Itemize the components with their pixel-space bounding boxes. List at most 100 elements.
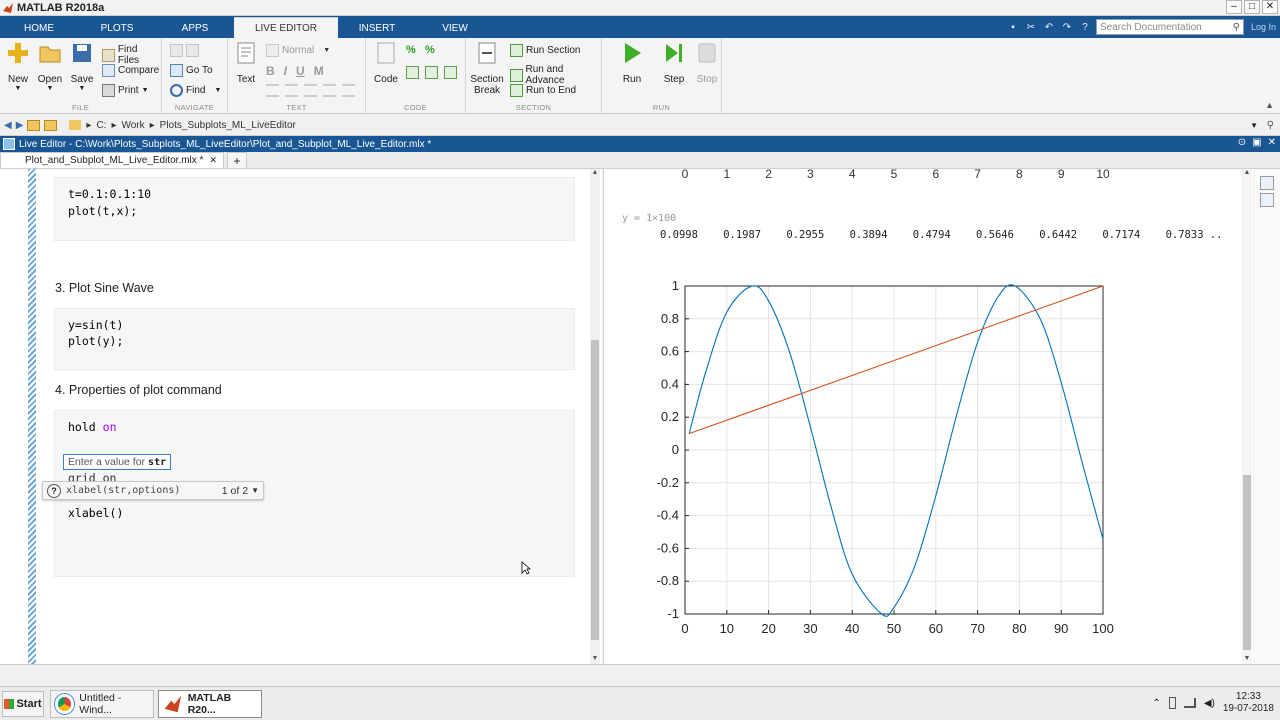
code-block-2[interactable]: y=sin(t) plot(y); — [54, 308, 575, 370]
redo-quick-icon[interactable]: ↷ — [1060, 20, 1074, 34]
new-tab-button[interactable]: + — [227, 152, 247, 168]
battery-icon[interactable] — [1168, 697, 1176, 709]
bullet-list-icon[interactable] — [285, 84, 298, 97]
x-tick-label: 70 — [970, 621, 984, 636]
cut-quick-icon[interactable]: ✂ — [1024, 20, 1038, 34]
go-to-button[interactable]: Go To — [170, 64, 213, 77]
collapse-ribbon-icon[interactable]: ▲ — [1265, 100, 1274, 110]
save-quick-icon[interactable]: ▪ — [1006, 20, 1020, 34]
help-icon[interactable]: ? — [47, 483, 61, 498]
start-button[interactable]: Start — [2, 691, 44, 717]
code-icon — [377, 42, 395, 64]
text-button[interactable]: Text — [232, 41, 260, 85]
help-quick-icon[interactable]: ? — [1078, 20, 1092, 34]
output-scroll-thumb[interactable] — [1243, 475, 1251, 650]
doc-tab-active[interactable]: Plot_and_Subplot_ML_Live_Editor.mlx * ✕ — [0, 152, 224, 168]
section-break-button[interactable]: Section Break — [470, 41, 504, 96]
panel-close-icon[interactable]: ✕ — [1268, 137, 1276, 148]
crumb-folder[interactable]: Plots_Subplots_ML_LiveEditor — [160, 120, 296, 131]
crumb-drive[interactable]: C: — [96, 120, 106, 131]
volume-icon[interactable]: ◀) — [1204, 698, 1215, 709]
tab-plots[interactable]: PLOTS — [78, 18, 156, 38]
numbered-list-icon[interactable] — [266, 84, 279, 97]
up-folder-icon[interactable] — [27, 119, 41, 131]
open-button[interactable]: Open ▼ — [36, 41, 64, 92]
run-to-end-button[interactable]: Run to End — [510, 84, 576, 97]
tab-apps[interactable]: APPS — [156, 18, 234, 38]
step-button[interactable]: Step — [660, 41, 688, 85]
search-input[interactable]: Search Documentation ⚲ — [1095, 19, 1244, 35]
indent-icon[interactable] — [406, 66, 419, 79]
editor-scroll-thumb[interactable] — [591, 340, 599, 640]
output-scrollbar[interactable]: ▲ ▼ — [1242, 169, 1252, 664]
output-right-icon[interactable] — [1260, 193, 1274, 207]
scroll-up-icon[interactable]: ▲ — [590, 169, 600, 176]
login-link[interactable]: Log In — [1251, 22, 1276, 32]
y-tick-label: -0.2 — [657, 475, 679, 490]
doc-tab-close-icon[interactable]: ✕ — [209, 155, 217, 166]
output-scroll-up-icon[interactable]: ▲ — [1242, 169, 1252, 176]
align-left-icon[interactable] — [304, 84, 317, 97]
smart-indent-icon[interactable] — [425, 66, 438, 79]
tray-expand-icon[interactable]: ⌃ — [1152, 698, 1160, 709]
panel-undock-icon[interactable]: ▣ — [1252, 137, 1261, 148]
sine-plot-figure[interactable]: 0 10 20 30 40 50 60 70 80 90 100 1 0.8 0.6 0.4 0.2 0 -0.2… — [644, 271, 1204, 651]
function-signature-popup[interactable]: ? xlabel(str,options) 1 of 2 ▼ — [42, 481, 264, 500]
compare-button[interactable]: Compare — [102, 64, 159, 77]
bold-icon[interactable]: B — [266, 64, 275, 78]
taskbar-matlab-window[interactable]: MATLAB R20... — [158, 690, 262, 718]
align-center-icon[interactable] — [323, 84, 336, 97]
back-arrow-icon[interactable]: ◀ — [4, 120, 12, 131]
mouse-cursor-icon — [521, 561, 531, 575]
signature-count[interactable]: 1 of 2 ▼ — [222, 485, 259, 497]
new-button[interactable]: New ▼ — [4, 41, 32, 92]
editor-scrollbar[interactable]: ▲ ▼ — [590, 169, 600, 664]
run-and-advance-button[interactable]: Run and Advance — [510, 64, 601, 86]
italic-icon[interactable]: I — [284, 64, 287, 78]
close-button[interactable]: ✕ — [1262, 0, 1278, 14]
maximize-button[interactable]: □ — [1244, 0, 1260, 14]
clock[interactable]: 12:33 19-07-2018 — [1223, 691, 1274, 715]
live-editor-code-pane[interactable]: t=0.1:0.1:10 plot(t,x); 3. Plot Sine Wav… — [0, 169, 602, 664]
scroll-down-icon[interactable]: ▼ — [590, 655, 600, 662]
run-button[interactable]: Run — [618, 41, 646, 85]
tab-insert[interactable]: INSERT — [338, 18, 416, 38]
outdent-icon[interactable] — [444, 66, 457, 79]
output-inline-icon[interactable] — [1260, 176, 1274, 190]
y-tick-label: -0.4 — [657, 508, 679, 523]
x-tick-label: 30 — [803, 621, 817, 636]
style-dropdown[interactable]: Normal ▼ — [266, 44, 330, 57]
uncomment-icon[interactable]: % — [425, 44, 438, 57]
code-block-1[interactable]: t=0.1:0.1:10 plot(t,x); — [54, 177, 575, 241]
address-dropdown-icon[interactable]: ▼ — [1250, 121, 1258, 130]
network-icon[interactable] — [1183, 698, 1196, 708]
forward-arrow-icon[interactable]: ▶ — [16, 120, 24, 131]
tab-home[interactable]: HOME — [0, 18, 78, 38]
tab-live-editor[interactable]: LIVE EDITOR — [234, 17, 338, 38]
tab-view[interactable]: VIEW — [416, 18, 494, 38]
panel-menu-icon[interactable]: ⊙ — [1238, 137, 1246, 148]
browse-folder-icon[interactable] — [44, 119, 58, 131]
underline-icon[interactable]: U — [296, 64, 305, 78]
section-heading-4[interactable]: 4. Properties of plot command — [55, 383, 222, 397]
find-button[interactable]: Find ▼ — [170, 84, 221, 97]
find-files-button[interactable]: Find Files — [102, 44, 161, 66]
run-section-button[interactable]: Run Section — [510, 44, 580, 57]
code-button[interactable]: Code — [370, 41, 402, 85]
minimize-button[interactable]: – — [1226, 0, 1242, 14]
taskbar-chrome-window[interactable]: Untitled - Wind... — [50, 690, 154, 718]
taskbar-item1-label: Untitled - Wind... — [79, 692, 122, 716]
print-button[interactable]: Print ▼ — [102, 84, 149, 97]
address-search-icon[interactable]: ⚲ — [1267, 120, 1274, 131]
output-scroll-down-icon[interactable]: ▼ — [1242, 655, 1252, 662]
output-pane[interactable]: 0 1 2 3 4 5 6 7 8 9 10 y = 1×100 0.0998 0.1987 0.295… — [603, 169, 1253, 664]
undo-quick-icon[interactable]: ↶ — [1042, 20, 1056, 34]
comment-icon[interactable]: % — [406, 44, 419, 57]
align-right-icon[interactable] — [342, 84, 355, 97]
save-button[interactable]: Save ▼ — [68, 41, 96, 92]
monospace-icon[interactable]: M — [314, 64, 324, 78]
crumb-work[interactable]: Work — [121, 120, 144, 131]
windows-logo-icon — [4, 699, 15, 709]
stop-button[interactable]: Stop — [694, 41, 720, 85]
section-heading-3[interactable]: 3. Plot Sine Wave — [55, 281, 154, 295]
